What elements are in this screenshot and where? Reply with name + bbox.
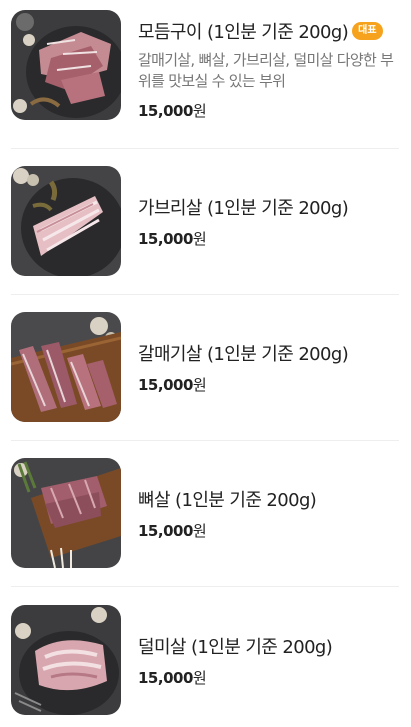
name-row: 덜미살 (1인분 기준 200g) — [138, 633, 399, 659]
menu-item-price: 15,000원 — [138, 100, 399, 121]
price-amount: 15,000 — [138, 669, 193, 687]
name-row: 갈매기살 (1인분 기준 200g) — [138, 340, 399, 366]
menu-item-name: 갈매기살 (1인분 기준 200g) — [138, 343, 349, 365]
price-amount: 15,000 — [138, 375, 193, 394]
menu-item-assorted[interactable]: 모듬구이 (1인분 기준 200g) 대표 갈매기살, 뼈살, 가브리살, 덜미… — [11, 10, 399, 149]
assorted-pork-photo — [11, 10, 121, 120]
menu-item-info: 가브리살 (1인분 기준 200g) 15,000원 — [138, 194, 399, 249]
price-amount: 15,000 — [138, 102, 193, 120]
price-unit: 원 — [192, 521, 207, 540]
menu-item-bbyeosal[interactable]: 뼈살 (1인분 기준 200g) 15,000원 — [11, 440, 399, 587]
menu-item-price: 15,000원 — [138, 374, 399, 395]
name-row: 가브리살 (1인분 기준 200g) — [138, 194, 399, 220]
menu-item-info: 뼈살 (1인분 기준 200g) 15,000원 — [138, 486, 399, 541]
name-row: 뼈살 (1인분 기준 200g) — [138, 486, 399, 512]
menu-item-gabrisal[interactable]: 가브리살 (1인분 기준 200g) 15,000원 — [11, 148, 399, 295]
price-unit: 원 — [192, 669, 207, 687]
menu-item-price: 15,000원 — [138, 520, 399, 541]
gabrisal-pork-photo — [11, 166, 121, 276]
menu-item-info: 덜미살 (1인분 기준 200g) 15,000원 — [138, 633, 399, 688]
menu-item-price: 15,000원 — [138, 228, 399, 249]
price-unit: 원 — [192, 375, 207, 394]
menu-item-galmaegisal[interactable]: 갈매기살 (1인분 기준 200g) 15,000원 — [11, 294, 399, 441]
menu-item-name: 가브리살 (1인분 기준 200g) — [138, 197, 349, 219]
representative-badge: 대표 — [352, 22, 383, 40]
deolmisal-pork-photo — [11, 605, 121, 715]
menu-list: 모듬구이 (1인분 기준 200g) 대표 갈매기살, 뼈살, 가브리살, 덜미… — [0, 0, 411, 727]
menu-item-price: 15,000원 — [138, 667, 399, 688]
menu-item-description: 갈매기살, 뼈살, 가브리살, 덜미살 다양한 부위를 맛보실 수 있는 부위 — [138, 51, 394, 90]
menu-item-info: 갈매기살 (1인분 기준 200g) 15,000원 — [138, 340, 399, 395]
bbyeosal-pork-photo — [11, 458, 121, 568]
price-unit: 원 — [192, 229, 207, 248]
price-amount: 15,000 — [138, 521, 193, 540]
price-amount: 15,000 — [138, 229, 193, 248]
galmaegisal-pork-photo — [11, 312, 121, 422]
menu-item-name: 모듬구이 (1인분 기준 200g) — [138, 22, 349, 43]
menu-item-name: 뼈살 (1인분 기준 200g) — [138, 489, 317, 511]
name-row: 모듬구이 (1인분 기준 200g) 대표 — [138, 18, 399, 44]
menu-item-info: 모듬구이 (1인분 기준 200g) 대표 갈매기살, 뼈살, 가브리살, 덜미… — [138, 10, 399, 121]
price-unit: 원 — [192, 102, 207, 120]
menu-item-name: 덜미살 (1인분 기준 200g) — [138, 637, 333, 658]
menu-item-deolmisal[interactable]: 덜미살 (1인분 기준 200g) 15,000원 — [11, 586, 399, 727]
